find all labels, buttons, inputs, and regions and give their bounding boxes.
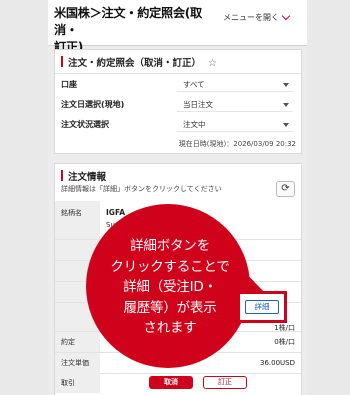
action-label: 取引 [55,373,100,393]
order-date-select-value: 当日注文 [183,100,213,109]
order-status-label: 注文状況選択 [61,120,109,129]
account-select-value: すべて [183,80,205,89]
filter-panel-title: 注文・約定照会（取消・訂正） ☆ [68,58,217,69]
refresh-button[interactable]: ⟳ [276,181,295,197]
account-select[interactable]: すべて [177,78,293,92]
detail-button[interactable]: 詳細 [245,300,279,314]
order-info-title: 注文情報 [68,172,107,183]
header: 米国株＞注文・約定照会(取消・ 訂正) メニューを開く [48,0,307,54]
order-status-select[interactable]: 注文中 [177,118,293,132]
detail-hint: 詳細情報は「詳細」ボタンをクリックしてください [61,185,222,193]
section-marker [61,56,63,67]
correct-order-button[interactable]: 訂正 [203,376,247,389]
page-title-line1: 米国株＞注文・約定照会(取消・ [54,6,202,37]
order-date-label: 注文日選択(現地) [61,100,125,109]
filter-panel: 注文・約定照会（取消・訂正） ☆ 口座 すべて 注文日選択(現地) 当日注文 注文… [54,49,302,154]
callout-text: 詳細ボタンを クリックすることで 詳細（受注ID・ 履歴等）が表示 されます [75,236,265,339]
detail-highlight: 詳細 [237,291,287,323]
callout-bubble: 詳細ボタンを クリックすることで 詳細（受注ID・ 履歴等）が表示 されます [75,202,265,370]
dropdown-arrow-icon [283,83,289,87]
cancel-order-button[interactable]: 取消 [149,376,193,389]
star-icon[interactable]: ☆ [208,58,217,69]
chevron-down-icon [281,11,291,21]
open-menu-button[interactable]: メニューを開く [223,11,291,23]
section-marker [61,170,63,181]
callout-line: クリックすることで [110,258,230,275]
app-frame: 米国株＞注文・約定照会(取消・ 訂正) メニューを開く 注文・約定照会（取消・訂… [48,0,307,395]
open-menu-label: メニューを開く [223,13,279,22]
refresh-icon: ⟳ [281,183,290,194]
order-date-select[interactable]: 当日注文 [177,98,293,112]
current-time: 現在日時(現地)：2026/03/09 20:32 [178,140,296,148]
dropdown-arrow-icon [283,103,289,107]
dropdown-arrow-icon [283,123,289,127]
callout-line: 詳細ボタンを [130,238,210,254]
account-label: 口座 [61,80,77,89]
action-row: 取引 取消 訂正 [55,373,301,393]
order-status-select-value: 注文中 [183,120,206,129]
filter-panel-header: 注文・約定照会（取消・訂正） ☆ [55,50,301,74]
